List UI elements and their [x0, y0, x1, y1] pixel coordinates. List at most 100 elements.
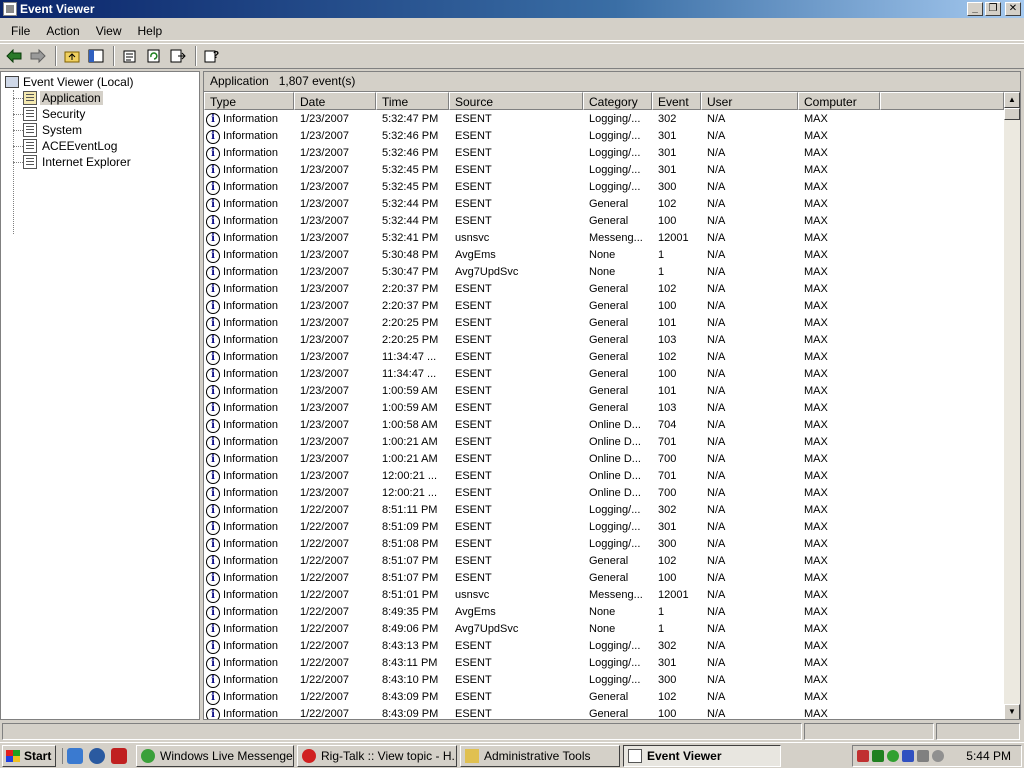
cell-type: i Information: [204, 638, 294, 655]
table-row[interactable]: i Information 1/22/2007 8:43:10 PM ESENT Logg…: [204, 672, 1004, 689]
table-row[interactable]: i Information 1/23/2007 11:34:47 ... ESENT Ge…: [204, 349, 1004, 366]
table-row[interactable]: i Information 1/23/2007 1:00:58 AM ESENT Onli…: [204, 417, 1004, 434]
table-row[interactable]: i Information 1/23/2007 2:20:37 PM ESENT Gene…: [204, 281, 1004, 298]
event-list[interactable]: Type Date Time Source Category Event Use…: [204, 91, 1020, 719]
table-row[interactable]: i Information 1/22/2007 8:43:13 PM ESENT Logg…: [204, 638, 1004, 655]
table-row[interactable]: i Information 1/23/2007 5:30:47 PM Avg7UpdSv…: [204, 264, 1004, 281]
start-label: Start: [24, 748, 52, 763]
cell-time: 11:34:47 ...: [382, 368, 437, 380]
properties-icon[interactable]: [119, 45, 141, 67]
tree-item-system[interactable]: System: [23, 122, 84, 138]
tray-bluetooth-icon[interactable]: [902, 750, 914, 762]
computer-icon: [5, 76, 19, 88]
table-row[interactable]: i Information 1/22/2007 8:51:07 PM ESENT Gene…: [204, 553, 1004, 570]
table-row[interactable]: i Information 1/22/2007 8:51:08 PM ESENT Logg…: [204, 536, 1004, 553]
table-row[interactable]: i Information 1/23/2007 2:20:25 PM ESENT Gene…: [204, 332, 1004, 349]
help-icon[interactable]: ?: [201, 45, 223, 67]
start-button[interactable]: Start: [2, 744, 56, 767]
table-row[interactable]: i Information 1/23/2007 5:32:47 PM ESENT Logg…: [204, 111, 1004, 128]
column-header-computer[interactable]: Computer: [798, 92, 880, 110]
restore-button[interactable]: ❐: [985, 2, 1001, 16]
table-row[interactable]: i Information 1/22/2007 8:51:11 PM ESENT Logg…: [204, 502, 1004, 519]
table-row[interactable]: i Information 1/23/2007 5:32:45 PM ESENT Logg…: [204, 162, 1004, 179]
column-header-category[interactable]: Category: [583, 92, 652, 110]
tree-item-aceeventlog[interactable]: ACEEventLog: [23, 138, 119, 154]
cell-time: 5:32:46 PM: [382, 147, 439, 159]
table-row[interactable]: i Information 1/23/2007 12:00:21 ... ESENT On…: [204, 485, 1004, 502]
cell-event-id: 700: [658, 487, 677, 499]
tray-messenger-icon[interactable]: [887, 750, 899, 762]
scroll-down-button[interactable]: ▼: [1004, 704, 1020, 719]
column-header-event[interactable]: Event: [652, 92, 701, 110]
table-row[interactable]: i Information 1/23/2007 5:30:48 PM AvgEms Non…: [204, 247, 1004, 264]
cell-computer: MAX: [804, 147, 828, 159]
cell-date: 1/23/2007: [300, 147, 349, 159]
cell-computer: MAX: [804, 402, 828, 414]
cell-event-id: 301: [658, 147, 677, 159]
table-row[interactable]: i Information 1/23/2007 5:32:44 PM ESENT Gene…: [204, 213, 1004, 230]
column-header-time[interactable]: Time: [376, 92, 449, 110]
table-row[interactable]: i Information 1/22/2007 8:51:01 PM usnsvc Mes…: [204, 587, 1004, 604]
cell-time: 5:32:44 PM: [382, 215, 439, 227]
media-player-icon[interactable]: [89, 747, 105, 764]
table-row[interactable]: i Information 1/23/2007 12:00:21 ... ESENT On…: [204, 468, 1004, 485]
cell-user: N/A: [707, 215, 726, 227]
minimize-button[interactable]: _: [967, 2, 983, 16]
forward-arrow-icon[interactable]: [27, 45, 49, 67]
tray-app-icon[interactable]: [932, 750, 944, 762]
column-header-type[interactable]: Type: [204, 92, 294, 110]
menu-action[interactable]: Action: [38, 22, 87, 40]
task-rig-talk[interactable]: Rig-Talk :: View topic - H...: [297, 744, 457, 767]
refresh-icon[interactable]: [143, 45, 165, 67]
up-folder-icon[interactable]: [61, 45, 83, 67]
title-bar[interactable]: Event Viewer _ ❐ ✕: [0, 0, 1024, 18]
tray-volume-icon[interactable]: [917, 750, 929, 762]
menu-help[interactable]: Help: [130, 22, 171, 40]
table-row[interactable]: i Information 1/23/2007 1:00:21 AM ESENT Onli…: [204, 434, 1004, 451]
menu-file[interactable]: File: [3, 22, 38, 40]
table-row[interactable]: i Information 1/23/2007 5:32:44 PM ESENT Gene…: [204, 196, 1004, 213]
tree-item-internet-explorer[interactable]: Internet Explorer: [23, 154, 133, 170]
table-row[interactable]: i Information 1/23/2007 5:32:46 PM ESENT Logg…: [204, 145, 1004, 162]
scrollbar-thumb[interactable]: [1004, 108, 1020, 120]
table-row[interactable]: i Information 1/23/2007 1:00:59 AM ESENT Gene…: [204, 383, 1004, 400]
table-row[interactable]: i Information 1/23/2007 1:00:21 AM ESENT Onli…: [204, 451, 1004, 468]
menu-view[interactable]: View: [88, 22, 130, 40]
task-event-viewer[interactable]: Event Viewer: [623, 744, 781, 767]
table-row[interactable]: i Information 1/22/2007 8:43:11 PM ESENT Logg…: [204, 655, 1004, 672]
export-list-icon[interactable]: [167, 45, 189, 67]
column-header-user[interactable]: User: [701, 92, 798, 110]
table-row[interactable]: i Information 1/22/2007 8:51:09 PM ESENT Logg…: [204, 519, 1004, 536]
tree-root[interactable]: Event Viewer (Local): [5, 74, 134, 90]
table-row[interactable]: i Information 1/22/2007 8:43:09 PM ESENT Gene…: [204, 706, 1004, 719]
tree-item-application[interactable]: Application: [23, 90, 103, 106]
app-icon[interactable]: [111, 747, 127, 764]
back-arrow-icon[interactable]: [3, 45, 25, 67]
table-row[interactable]: i Information 1/23/2007 5:32:46 PM ESENT Logg…: [204, 128, 1004, 145]
cell-event-id: 102: [658, 283, 677, 295]
ie-icon[interactable]: [67, 747, 83, 764]
table-row[interactable]: i Information 1/22/2007 8:43:09 PM ESENT Gene…: [204, 689, 1004, 706]
table-row[interactable]: i Information 1/22/2007 8:51:07 PM ESENT Gene…: [204, 570, 1004, 587]
table-row[interactable]: i Information 1/22/2007 8:49:06 PM Avg7UpdSv…: [204, 621, 1004, 638]
table-row[interactable]: i Information 1/23/2007 2:20:37 PM ESENT Gene…: [204, 298, 1004, 315]
tray-shield-icon[interactable]: [857, 750, 869, 762]
task-windows-live-messenger[interactable]: Windows Live Messenger: [136, 744, 294, 767]
scroll-up-button[interactable]: ▲: [1004, 92, 1020, 108]
table-row[interactable]: i Information 1/23/2007 2:20:25 PM ESENT Gene…: [204, 315, 1004, 332]
column-header-source[interactable]: Source: [449, 92, 583, 110]
tree-item-security[interactable]: Security: [23, 106, 87, 122]
task-administrative-tools[interactable]: Administrative Tools: [460, 744, 620, 767]
table-row[interactable]: i Information 1/23/2007 5:32:45 PM ESENT Logg…: [204, 179, 1004, 196]
show-hide-tree-icon[interactable]: [85, 45, 107, 67]
table-row[interactable]: i Information 1/22/2007 8:49:35 PM AvgEms Non…: [204, 604, 1004, 621]
cell-time: 5:30:48 PM: [382, 249, 439, 261]
table-row[interactable]: i Information 1/23/2007 1:00:59 AM ESENT Gene…: [204, 400, 1004, 417]
table-row[interactable]: i Information 1/23/2007 5:32:41 PM usnsvc Mes…: [204, 230, 1004, 247]
tray-avg-icon[interactable]: [872, 750, 884, 762]
close-button[interactable]: ✕: [1005, 2, 1021, 16]
cell-type: i Information: [204, 366, 294, 383]
column-header-date[interactable]: Date: [294, 92, 376, 110]
table-row[interactable]: i Information 1/23/2007 11:34:47 ... ESENT Ge…: [204, 366, 1004, 383]
vertical-scrollbar[interactable]: ▲ ▼: [1004, 92, 1020, 719]
